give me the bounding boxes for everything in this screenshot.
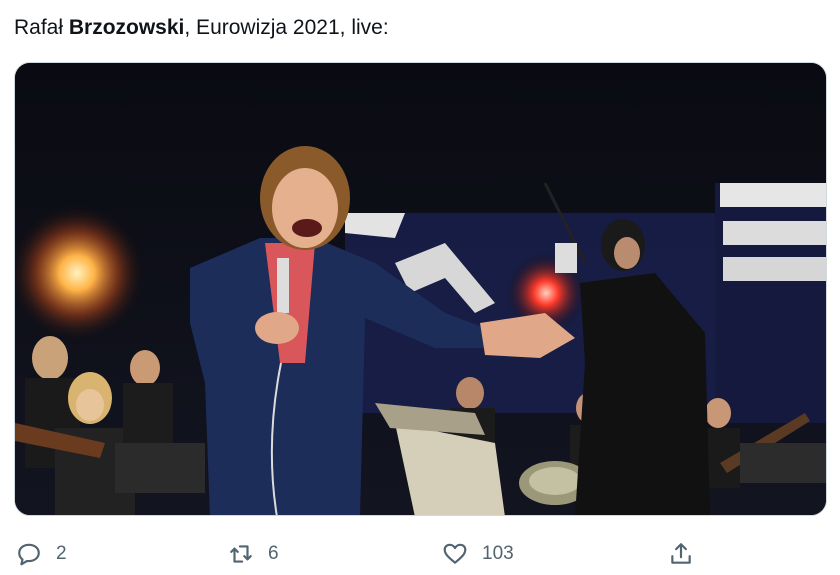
tweet-text-prefix: Rafał <box>14 16 69 39</box>
reply-button[interactable]: 2 <box>16 539 67 569</box>
retweet-count: 6 <box>268 543 279 564</box>
like-button[interactable]: 103 <box>442 539 514 569</box>
like-icon <box>443 543 467 564</box>
retweet-button[interactable]: 6 <box>228 539 279 569</box>
tweet-actions: 2 6 103 <box>0 533 840 575</box>
share-icon <box>671 543 691 564</box>
tweet-text-suffix: , Eurowizja 2021, live: <box>184 16 389 39</box>
previous-text-fragment: ~~~ ~ ~~~ ~ ~~ ~~~~ ~ ~~~~~ ~ ~~~ ~ <box>14 0 494 2</box>
tweet-text-bold[interactable]: Brzozowski <box>69 16 185 39</box>
like-count: 103 <box>482 543 514 564</box>
retweet-icon <box>230 545 252 563</box>
reply-count: 2 <box>56 543 67 564</box>
share-button[interactable] <box>668 539 694 569</box>
media-image[interactable] <box>15 63 827 516</box>
tweet-text: Rafał Brzozowski, Eurowizja 2021, live: <box>14 14 389 42</box>
reply-icon <box>18 543 40 566</box>
tweet-media[interactable] <box>14 62 827 516</box>
